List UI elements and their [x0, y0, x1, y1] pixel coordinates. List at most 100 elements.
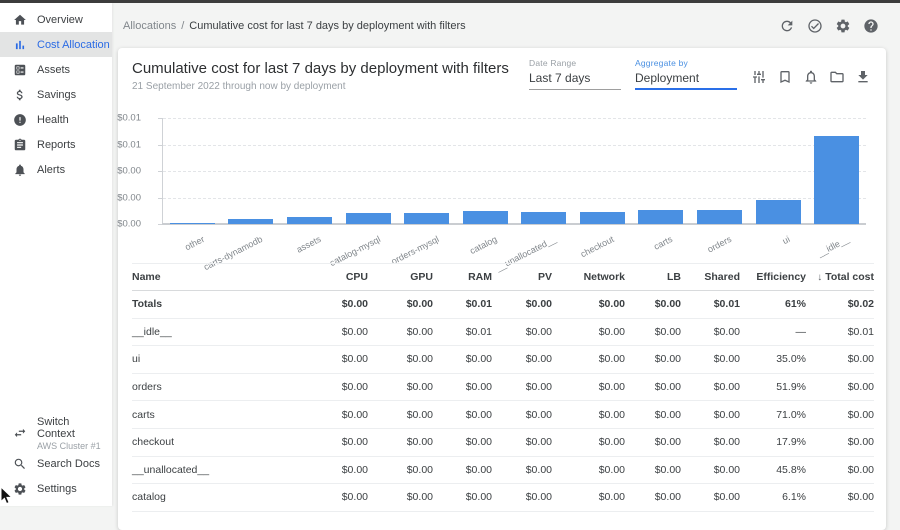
home-icon: [13, 13, 27, 27]
topbar: Allocations / Cumulative cost for last 7…: [112, 3, 900, 48]
topbar-actions: [779, 18, 879, 34]
folder-button[interactable]: [829, 69, 844, 84]
column-header-ram[interactable]: RAM: [433, 271, 492, 283]
cell-shared: $0.00: [681, 381, 740, 393]
bar-ui[interactable]: [756, 200, 801, 224]
swap-icon: [13, 426, 27, 440]
cell-pv: $0.00: [492, 326, 552, 338]
sidebar-item-health[interactable]: Health: [0, 107, 112, 132]
bar-carts-dynamodb[interactable]: [228, 219, 273, 224]
sidebar-item-search-docs[interactable]: Search Docs: [0, 451, 112, 476]
column-header-network[interactable]: Network: [552, 271, 625, 283]
bar-catalog[interactable]: [463, 211, 508, 224]
table-row-ui[interactable]: ui$0.00$0.00$0.00$0.00$0.00$0.00$0.0035.…: [132, 346, 874, 374]
cell-ram: $0.00: [433, 464, 492, 476]
bar-carts[interactable]: [638, 210, 683, 224]
gear-button[interactable]: [835, 18, 851, 34]
bar-unallocated[interactable]: [521, 212, 566, 224]
bar-assets[interactable]: [287, 217, 332, 224]
cell-gpu: $0.00: [368, 326, 433, 338]
sidebar-item-label: Reports: [37, 139, 76, 151]
sidebar-item-assets[interactable]: Assets: [0, 57, 112, 82]
sidebar-item-label: Health: [37, 114, 69, 126]
cell-efficiency: —: [740, 326, 806, 338]
cell-efficiency: 51.9%: [740, 381, 806, 393]
cell-name: ui: [132, 353, 310, 365]
cell-total: $0.00: [806, 353, 874, 365]
bookmark-icon: [777, 69, 793, 85]
report-toolbar-icons: [751, 69, 870, 84]
report-controls: Date Range Last 7 days Aggregate by Depl…: [529, 58, 870, 90]
cell-ram: $0.00: [433, 381, 492, 393]
download-icon: [855, 69, 871, 85]
bar-catalog-mysql[interactable]: [346, 213, 391, 224]
table-row-checkout[interactable]: checkout$0.00$0.00$0.00$0.00$0.00$0.00$0…: [132, 429, 874, 457]
gear-icon: [13, 482, 27, 496]
download-button[interactable]: [855, 69, 870, 84]
table-row-carts[interactable]: carts$0.00$0.00$0.00$0.00$0.00$0.00$0.00…: [132, 401, 874, 429]
column-header-name[interactable]: Name: [132, 271, 310, 283]
sidebar-item-switch-context[interactable]: Switch ContextAWS Cluster #1: [0, 415, 112, 451]
bar-idle[interactable]: [814, 136, 859, 224]
check-circle-button[interactable]: [807, 18, 823, 34]
cell-name: orders: [132, 381, 310, 393]
report-title: Cumulative cost for last 7 days by deplo…: [132, 60, 509, 77]
sidebar-item-label: Switch Context: [37, 416, 108, 440]
cell-gpu: $0.00: [368, 409, 433, 421]
sidebar-item-settings[interactable]: Settings: [0, 476, 112, 501]
table-row-catalog[interactable]: catalog$0.00$0.00$0.00$0.00$0.00$0.00$0.…: [132, 484, 874, 512]
sidebar-item-savings[interactable]: Savings: [0, 82, 112, 107]
x-axis-label: __idle__: [815, 234, 850, 258]
bell-outline-button[interactable]: [803, 69, 818, 84]
bar-orders[interactable]: [697, 210, 742, 224]
bar-checkout[interactable]: [580, 212, 625, 224]
table-row-unallocated[interactable]: __unallocated__$0.00$0.00$0.00$0.00$0.00…: [132, 457, 874, 485]
column-header-total-cost[interactable]: ↓Total cost: [806, 271, 874, 283]
table-row-idle[interactable]: __idle__$0.00$0.00$0.01$0.00$0.00$0.00$0…: [132, 319, 874, 347]
column-header-efficiency[interactable]: Efficiency: [740, 271, 806, 283]
cell-cpu: $0.00: [310, 326, 368, 338]
y-axis-label: $0.01: [117, 113, 141, 124]
cell-total: $0.00: [806, 436, 874, 448]
chart-gridline: [163, 171, 866, 172]
sidebar-item-cost-allocation[interactable]: Cost Allocation: [0, 32, 112, 57]
table-row-orders[interactable]: orders$0.00$0.00$0.00$0.00$0.00$0.00$0.0…: [132, 374, 874, 402]
sidebar-item-label: Cost Allocation: [37, 39, 110, 51]
x-axis-label: checkout: [579, 234, 616, 259]
bar-orders-mysql[interactable]: [404, 213, 449, 224]
y-axis-label: $0.00: [117, 166, 141, 177]
sidebar-item-reports[interactable]: Reports: [0, 132, 112, 157]
help-icon: [863, 18, 879, 34]
cell-name: Totals: [132, 298, 310, 310]
date-range-label: Date Range: [529, 58, 621, 68]
date-range-select[interactable]: Date Range Last 7 days: [529, 58, 621, 90]
chart-plot-area: [162, 118, 866, 224]
table-row-totals[interactable]: Totals$0.00$0.00$0.01$0.00$0.00$0.00$0.0…: [132, 291, 874, 319]
sidebar-item-alerts[interactable]: Alerts: [0, 157, 112, 182]
column-header-cpu[interactable]: CPU: [310, 271, 368, 283]
cell-network: $0.00: [552, 298, 625, 310]
sidebar-item-overview[interactable]: Overview: [0, 7, 112, 32]
column-header-pv[interactable]: PV: [492, 271, 552, 283]
cell-network: $0.00: [552, 353, 625, 365]
y-axis-label: $0.01: [117, 139, 141, 150]
cell-ram: $0.00: [433, 491, 492, 503]
tune-button[interactable]: [751, 69, 766, 84]
column-header-lb[interactable]: LB: [625, 271, 681, 283]
cell-cpu: $0.00: [310, 436, 368, 448]
bar-other[interactable]: [170, 223, 215, 225]
sort-descending-icon: ↓: [817, 272, 822, 283]
cell-pv: $0.00: [492, 381, 552, 393]
column-header-shared[interactable]: Shared: [681, 271, 740, 283]
breadcrumb-section[interactable]: Allocations: [123, 20, 176, 32]
cell-gpu: $0.00: [368, 491, 433, 503]
x-axis-label: orders-mysql: [389, 234, 440, 267]
report-subtitle: 21 September 2022 through now by deploym…: [132, 81, 345, 92]
cell-lb: $0.00: [625, 353, 681, 365]
breadcrumb: Allocations / Cumulative cost for last 7…: [123, 20, 466, 32]
refresh-button[interactable]: [779, 18, 795, 34]
aggregate-by-select[interactable]: Aggregate by Deployment: [635, 58, 737, 90]
bookmark-button[interactable]: [777, 69, 792, 84]
help-button[interactable]: [863, 18, 879, 34]
column-header-gpu[interactable]: GPU: [368, 271, 433, 283]
